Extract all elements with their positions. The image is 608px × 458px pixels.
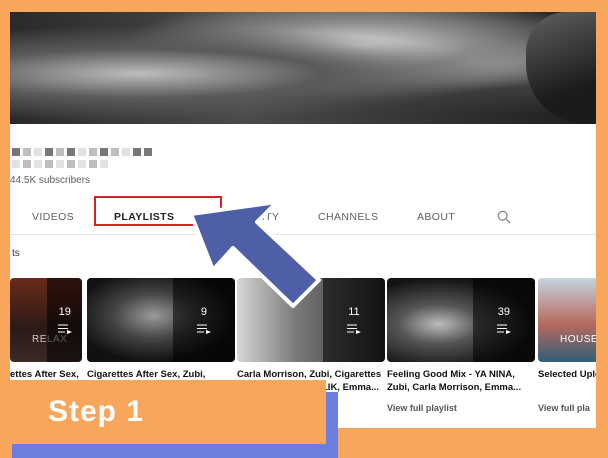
- playlist-card[interactable]: RELAX 19: [10, 278, 82, 362]
- subscriber-count: 44.5K subscribers: [10, 175, 91, 186]
- playlist-title-line2[interactable]: Zubi, Carla Morrison, Emma...: [387, 381, 535, 394]
- view-full-playlist-link[interactable]: View full pla: [538, 403, 596, 413]
- playlist-overlay: 39: [472, 278, 535, 362]
- thumbnail-text: HOUSE: [560, 334, 596, 345]
- pointer-arrow-icon: [189, 200, 321, 308]
- section-title: ts: [12, 248, 20, 259]
- playlist-overlay: 19: [47, 278, 82, 362]
- playlist-icon: [196, 324, 211, 334]
- playlist-icon: [346, 324, 361, 334]
- playlist-icon: [496, 324, 511, 334]
- view-full-playlist-link[interactable]: View full playlist: [387, 403, 457, 413]
- playlist-thumbnail: [538, 278, 596, 362]
- channel-handle-pixelated: [12, 160, 108, 168]
- playlist-title[interactable]: Feeling Good Mix - YA NINA,: [387, 368, 535, 381]
- playlist-title[interactable]: Selected Uplo: [538, 368, 596, 381]
- tab-videos[interactable]: VIDEOS: [32, 200, 74, 234]
- playlist-count: 39: [497, 306, 511, 318]
- channel-name-pixelated: [12, 146, 152, 158]
- step-label: Step 1: [48, 395, 145, 428]
- banner-image-figure: [526, 12, 596, 124]
- playlist-count: 19: [58, 306, 71, 318]
- playlist-card[interactable]: HOUSE: [538, 278, 596, 362]
- channel-banner: [10, 12, 596, 124]
- tab-channels[interactable]: CHANNELS: [318, 200, 378, 234]
- playlist-count: 11: [348, 306, 360, 318]
- playlist-card[interactable]: 39: [387, 278, 535, 362]
- step-banner: Step 1: [0, 380, 326, 444]
- playlist-icon: [57, 324, 72, 334]
- search-icon[interactable]: [497, 210, 511, 224]
- playlist-overlay: 11: [322, 278, 385, 362]
- tab-about[interactable]: ABOUT: [417, 200, 455, 234]
